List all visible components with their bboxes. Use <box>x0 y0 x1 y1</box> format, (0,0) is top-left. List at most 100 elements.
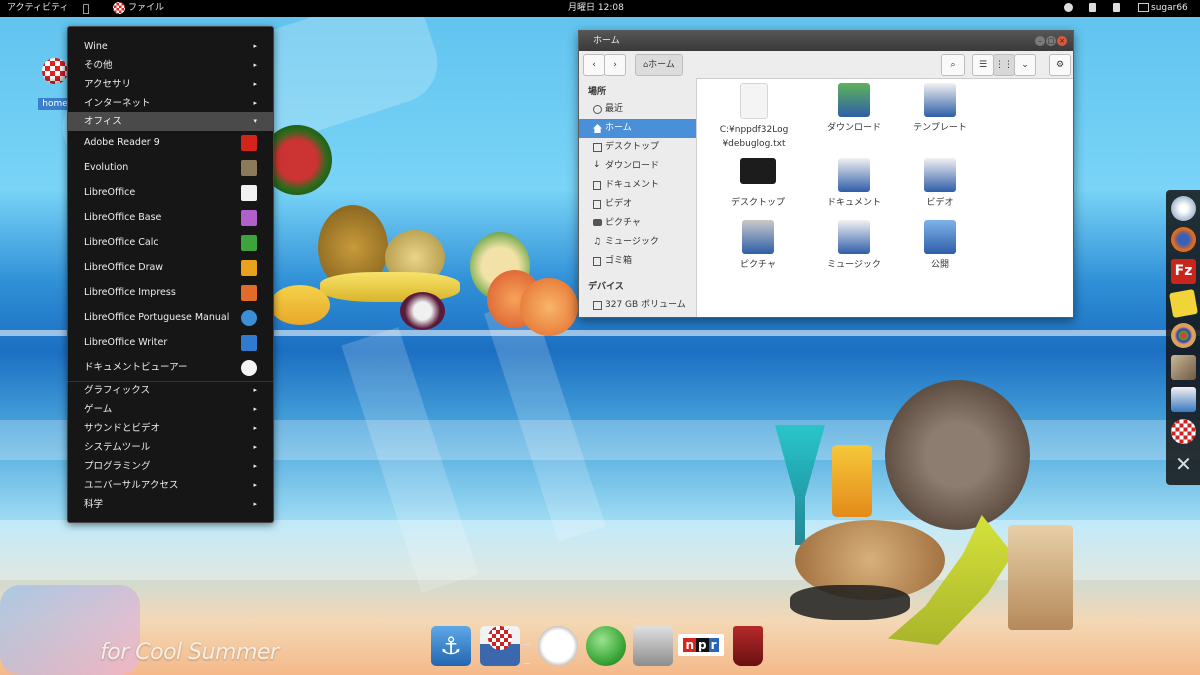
file-item-videos[interactable]: ビデオ <box>897 158 983 210</box>
menu-category-science[interactable]: 科学 ▸ <box>68 495 273 514</box>
clock[interactable]: 月曜日 12:08 <box>568 0 624 17</box>
sidebar-item-downloads[interactable]: ↓ ダウンロード <box>579 157 696 176</box>
sidebar-item-music[interactable]: ♫ ミュージック <box>579 233 696 252</box>
chevron-down-icon: ⌄ <box>1021 60 1029 70</box>
file-item-documents[interactable]: ドキュメント <box>811 158 897 210</box>
sunglasses <box>790 585 910 620</box>
menu-category-sound-video[interactable]: サウンドとビデオ ▸ <box>68 419 273 438</box>
menu-category-wine[interactable]: Wine ▸ <box>68 37 273 56</box>
chromium-icon[interactable] <box>1171 196 1196 221</box>
trash-can-icon[interactable] <box>733 626 763 666</box>
filezilla-icon[interactable]: Fz <box>1171 259 1196 284</box>
applications-menu-button[interactable]:  <box>76 0 96 17</box>
chevron-right-icon: ▸ <box>253 80 257 88</box>
file-item-templates[interactable]: テンプレート <box>897 83 983 135</box>
documents-folder-icon <box>838 158 870 192</box>
chevron-right-icon: ▸ <box>253 99 257 107</box>
app-menu-files[interactable]: ファイル <box>113 0 164 17</box>
sidebar-item-desktop[interactable]: デスクトップ <box>579 138 696 157</box>
menu-app-label: LibreOffice Portuguese Manual <box>84 312 230 323</box>
forward-button[interactable]: › <box>604 54 626 76</box>
sidebar-item-home[interactable]: ホーム <box>579 119 696 138</box>
file-item-public[interactable]: 公開 <box>897 220 983 272</box>
menu-app-libreoffice[interactable]: LibreOffice <box>68 180 273 205</box>
activities-button[interactable]: アクティビティ <box>7 0 68 17</box>
chevron-right-icon: ▸ <box>253 462 257 470</box>
sidebar-item-documents[interactable]: ドキュメント <box>579 176 696 195</box>
anchor-icon[interactable]: ⚓ <box>431 626 471 666</box>
volume-icon[interactable] <box>1113 0 1120 17</box>
window-titlebar[interactable]: ホーム – □ × <box>579 31 1073 51</box>
npr-icon[interactable]: npr <box>678 634 724 656</box>
file-item-pictures[interactable]: ピクチャ <box>715 220 801 272</box>
back-button[interactable]: ‹ <box>583 54 605 76</box>
firefox-icon[interactable] <box>1171 227 1196 252</box>
download-folder-icon <box>838 83 870 117</box>
sidebar-item-volume[interactable]: 327 GB ボリューム <box>579 296 696 315</box>
palette-icon[interactable] <box>1171 323 1196 348</box>
menu-category-internet[interactable]: インターネット ▸ <box>68 94 273 113</box>
sidebar-header-places: 場所 <box>588 87 607 97</box>
monitor-icon[interactable] <box>633 626 673 666</box>
menu-category-office[interactable]: オフィス ▾ <box>68 112 273 131</box>
sidebar-item-trash[interactable]: ゴミ箱 <box>579 252 696 271</box>
list-view-button[interactable]: ☰ <box>972 54 994 76</box>
menu-category-graphics[interactable]: グラフィックス ▸ <box>68 381 273 400</box>
file-item-debuglog[interactable]: C:¥nppdf32Log ¥debuglog.txt <box>711 83 797 151</box>
search-button[interactable]: ⌕ <box>941 54 965 76</box>
desktop-folder-icon <box>740 158 776 184</box>
grid-view-button[interactable]: ⋮⋮ <box>993 54 1015 76</box>
sidebar-item-label: ホーム <box>605 123 632 133</box>
amiga-icon[interactable] <box>1171 419 1196 444</box>
file-item-desktop[interactable]: デスクトップ <box>715 158 801 210</box>
amiga-drive-icon[interactable] <box>480 626 520 666</box>
photo-icon[interactable] <box>1171 355 1196 380</box>
menu-app-adobe-reader[interactable]: Adobe Reader 9 <box>68 130 273 155</box>
close-button[interactable]: × <box>1057 36 1067 46</box>
menu-category-label: プログラミング <box>84 461 151 472</box>
menu-app-document-viewer[interactable]: ドキュメントビューアー <box>68 355 273 380</box>
sidebar-item-recent[interactable]: 最近 <box>579 100 696 119</box>
menu-app-libreoffice-writer[interactable]: LibreOffice Writer <box>68 330 273 355</box>
menu-app-libreoffice-manual[interactable]: LibreOffice Portuguese Manual <box>68 305 273 330</box>
sidebar-item-pictures[interactable]: ピクチャ <box>579 214 696 233</box>
menu-app-libreoffice-calc[interactable]: LibreOffice Calc <box>68 230 273 255</box>
menu-app-evolution[interactable]: Evolution <box>68 155 273 180</box>
minimize-button[interactable]: – <box>1035 36 1045 46</box>
tools-icon[interactable]: ✕ <box>1171 452 1196 477</box>
accessibility-icon[interactable] <box>1064 0 1073 17</box>
notes-icon[interactable] <box>1169 289 1198 318</box>
menu-app-libreoffice-draw[interactable]: LibreOffice Draw <box>68 255 273 280</box>
menu-category-system-tools[interactable]: システムツール ▸ <box>68 438 273 457</box>
view-options-button[interactable]: ⌄ <box>1014 54 1036 76</box>
green-orb-icon[interactable] <box>586 626 626 666</box>
pineapple-slices <box>270 285 330 325</box>
maximize-button[interactable]: □ <box>1046 36 1056 46</box>
menu-app-label: LibreOffice <box>84 187 136 198</box>
sunscreen-bottle <box>832 445 872 517</box>
libreoffice-icon <box>241 185 257 201</box>
files-app-icon <box>113 1 125 14</box>
screenshot-icon[interactable] <box>1171 387 1196 412</box>
file-item-label: ピクチャ <box>740 260 776 270</box>
file-manager-window: ホーム – □ × ‹ › ⌂ホーム ⌕ ☰ ⋮⋮ ⌄ ⚙ 場所 最近 ホーム … <box>578 30 1074 318</box>
menu-app-libreoffice-impress[interactable]: LibreOffice Impress <box>68 280 273 305</box>
path-bar-home-button[interactable]: ⌂ホーム <box>635 54 683 76</box>
menu-category-accessories[interactable]: アクセサリ ▸ <box>68 75 273 94</box>
sidebar-item-label: ミュージック <box>605 237 659 247</box>
file-item-music[interactable]: ミュージック <box>811 220 897 272</box>
menu-category-other[interactable]: その他 ▸ <box>68 56 273 75</box>
user-menu[interactable]: sugar66 <box>1138 0 1188 17</box>
settings-button[interactable]: ⚙ <box>1049 54 1071 76</box>
network-icon[interactable] <box>1089 0 1096 17</box>
menu-category-programming[interactable]: プログラミング ▸ <box>68 457 273 476</box>
menu-category-games[interactable]: ゲーム ▸ <box>68 400 273 419</box>
sidebar-item-videos[interactable]: ビデオ <box>579 195 696 214</box>
menu-app-libreoffice-base[interactable]: LibreOffice Base <box>68 205 273 230</box>
file-item-downloads[interactable]: ダウンロード <box>811 83 897 135</box>
file-item-label: C:¥nppdf32Log ¥debuglog.txt <box>719 125 789 149</box>
menu-category-universal-access[interactable]: ユニバーサルアクセス ▸ <box>68 476 273 495</box>
file-item-label: テンプレート <box>913 123 967 133</box>
drive-icon <box>593 301 602 310</box>
clock-app-icon[interactable] <box>538 626 578 666</box>
